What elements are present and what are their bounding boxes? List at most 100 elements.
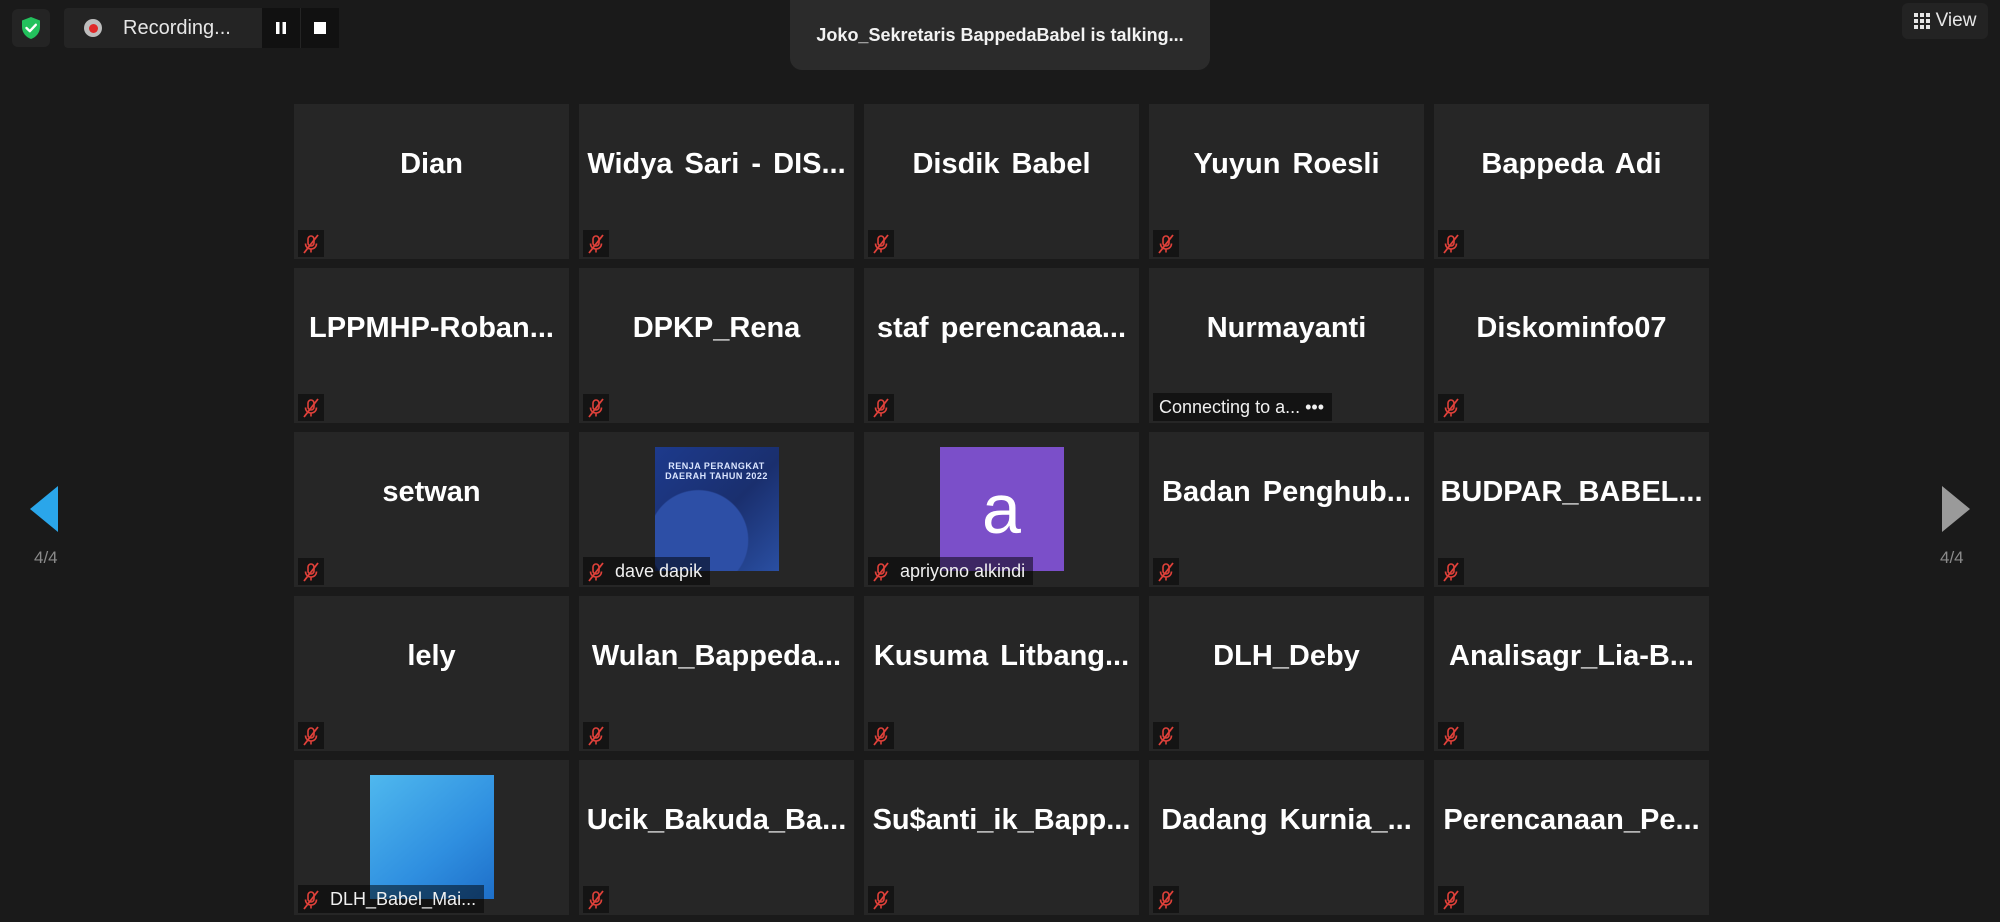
- participant-name: Diskominfo07: [1476, 312, 1667, 344]
- participant-tile[interactable]: Kusuma Litbang...: [864, 596, 1139, 751]
- muted-microphone-icon: [1158, 233, 1174, 254]
- grid-view-icon: [1913, 13, 1930, 29]
- mute-indicator: [1438, 886, 1464, 913]
- participant-name: Dian: [400, 148, 463, 180]
- participant-name: apriyono alkindi: [900, 560, 1026, 581]
- participant-tile[interactable]: Disdik Babel: [864, 104, 1139, 259]
- participant-name: DLH_Deby: [1213, 640, 1360, 672]
- muted-microphone-icon: [1158, 561, 1174, 582]
- participant-tile[interactable]: Nurmayanti Connecting to a... •••: [1149, 268, 1424, 423]
- mute-indicator: [1438, 230, 1464, 257]
- participant-name: Badan Penghub...: [1162, 476, 1411, 508]
- participant-name: lely: [407, 640, 456, 672]
- mute-indicator: [1438, 394, 1464, 421]
- participant-tile[interactable]: Ucik_Bakuda_Ba...: [579, 760, 854, 915]
- participant-name: Perencanaan_Pe...: [1443, 804, 1700, 836]
- participant-name-label: DLH_Babel_Mai...: [298, 885, 485, 913]
- muted-microphone-icon: [1443, 561, 1459, 582]
- record-icon: [84, 19, 102, 37]
- muted-microphone-icon: [873, 889, 889, 910]
- previous-page-arrow-icon[interactable]: [30, 486, 58, 532]
- participant-tile[interactable]: Wulan_Bappeda...: [579, 596, 854, 751]
- page-indicator-right: 4/4: [1940, 548, 1964, 567]
- participant-tile[interactable]: BUDPAR_BABEL...: [1434, 432, 1709, 587]
- participant-name: DLH_Babel_Mai...: [330, 888, 477, 909]
- participant-tile[interactable]: RENJA PERANGKAT DAERAH TAHUN 2022 dave da…: [579, 432, 854, 587]
- participant-video: [369, 775, 494, 899]
- participant-grid: Dian Widya Sari - DIS... Disdik Babel Yuyun…: [294, 104, 1709, 915]
- next-page-arrow-icon[interactable]: [1942, 486, 1970, 532]
- muted-microphone-icon: [1443, 889, 1459, 910]
- participant-tile[interactable]: Badan Penghub...: [1149, 432, 1424, 587]
- pause-recording-button[interactable]: [262, 8, 300, 48]
- participant-tile[interactable]: Perencanaan_Pe...: [1434, 760, 1709, 915]
- participant-tile[interactable]: Yuyun Roesli: [1149, 104, 1424, 259]
- mute-indicator: [298, 230, 324, 257]
- muted-microphone-icon: [588, 725, 604, 746]
- mute-indicator: [298, 722, 324, 749]
- muted-microphone-icon: [588, 889, 604, 910]
- stop-recording-button[interactable]: [301, 8, 339, 48]
- participant-avatar: a: [939, 447, 1064, 571]
- avatar-letter: a: [982, 470, 1021, 548]
- participant-video: RENJA PERANGKAT DAERAH TAHUN 2022: [654, 447, 779, 571]
- participant-name: setwan: [382, 476, 481, 508]
- participant-tile[interactable]: Dadang Kurnia_...: [1149, 760, 1424, 915]
- active-speaker-banner: Joko_Sekretaris BappedaBabel is talking.…: [790, 0, 1210, 70]
- security-shield-button[interactable]: [12, 9, 50, 47]
- mute-indicator: [583, 886, 609, 913]
- participant-tile[interactable]: DLH_Deby: [1149, 596, 1424, 751]
- participant-name: staf perencanaa...: [877, 312, 1126, 344]
- connection-status: Connecting to a... •••: [1153, 393, 1332, 421]
- participant-tile[interactable]: LPPMHP-Roban...: [294, 268, 569, 423]
- muted-microphone-icon: [1443, 233, 1459, 254]
- participant-tile[interactable]: Analisagr_Lia-B...: [1434, 596, 1709, 751]
- mute-indicator: [868, 394, 894, 421]
- participant-tile[interactable]: staf perencanaa...: [864, 268, 1139, 423]
- participant-tile[interactable]: DLH_Babel_Mai...: [294, 760, 569, 915]
- mute-indicator: [583, 394, 609, 421]
- participant-tile[interactable]: a apriyono alkindi: [864, 432, 1139, 587]
- mute-indicator: [1438, 722, 1464, 749]
- mute-indicator: [1153, 558, 1179, 585]
- participant-tile[interactable]: Dian: [294, 104, 569, 259]
- participant-name: Disdik Babel: [912, 148, 1091, 180]
- muted-microphone-icon: [303, 889, 319, 910]
- participant-name: Kusuma Litbang...: [873, 640, 1130, 672]
- participant-tile[interactable]: Diskominfo07: [1434, 268, 1709, 423]
- muted-microphone-icon: [1158, 725, 1174, 746]
- participant-name-label: dave dapik: [583, 557, 711, 585]
- participant-name: Ucik_Bakuda_Ba...: [586, 804, 847, 836]
- participant-name: Su$anti_ik_Bapp...: [872, 804, 1131, 836]
- participant-tile[interactable]: Su$anti_ik_Bapp...: [864, 760, 1139, 915]
- muted-microphone-icon: [1158, 889, 1174, 910]
- view-button[interactable]: View: [1902, 3, 1988, 39]
- mute-indicator: [868, 886, 894, 913]
- shield-check-icon: [22, 17, 40, 39]
- participant-tile[interactable]: DPKP_Rena: [579, 268, 854, 423]
- muted-microphone-icon: [873, 397, 889, 418]
- muted-microphone-icon: [873, 561, 889, 582]
- muted-microphone-icon: [303, 725, 319, 746]
- mute-indicator: [583, 722, 609, 749]
- muted-microphone-icon: [873, 233, 889, 254]
- muted-microphone-icon: [1443, 725, 1459, 746]
- muted-microphone-icon: [588, 397, 604, 418]
- participant-name: Widya Sari - DIS...: [587, 148, 846, 180]
- participant-name: BUDPAR_BABEL...: [1440, 476, 1703, 508]
- participant-tile[interactable]: setwan: [294, 432, 569, 587]
- muted-microphone-icon: [588, 233, 604, 254]
- recording-label: Recording...: [123, 16, 231, 39]
- muted-microphone-icon: [303, 561, 319, 582]
- mute-indicator: [1153, 722, 1179, 749]
- page-indicator-left: 4/4: [34, 548, 58, 567]
- participant-tile[interactable]: Widya Sari - DIS...: [579, 104, 854, 259]
- participant-name: Dadang Kurnia_...: [1161, 804, 1412, 836]
- shared-document-title: RENJA PERANGKAT DAERAH TAHUN 2022: [665, 461, 768, 481]
- participant-tile[interactable]: Bappeda Adi: [1434, 104, 1709, 259]
- muted-microphone-icon: [588, 561, 604, 582]
- participant-name: LPPMHP-Roban...: [309, 312, 554, 344]
- participant-tile[interactable]: lely: [294, 596, 569, 751]
- pause-icon: [276, 22, 286, 34]
- participant-name: Yuyun Roesli: [1193, 148, 1380, 180]
